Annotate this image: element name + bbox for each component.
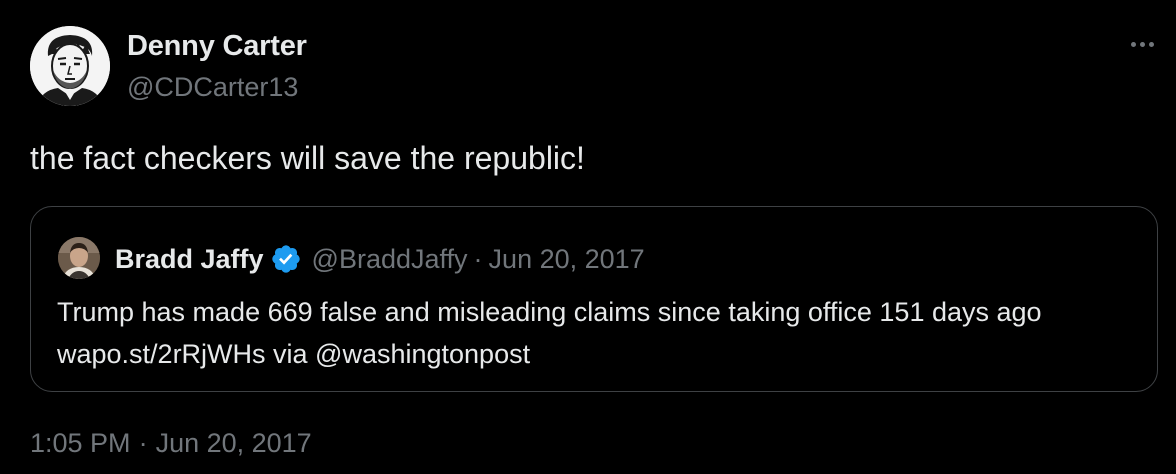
author-handle[interactable]: @CDCarter13 [127, 72, 298, 103]
quoted-avatar-image [58, 237, 100, 279]
tweet-time: 1:05 PM [30, 428, 131, 458]
quoted-author-avatar [58, 237, 100, 279]
author-avatar-image [30, 26, 110, 106]
quoted-date: Jun 20, 2017 [488, 243, 645, 274]
quoted-tweet-text: Trump has made 669 false and misleading … [57, 297, 1042, 369]
quoted-author-handle: @BraddJaffy [311, 243, 468, 274]
author-name[interactable]: Denny Carter [127, 30, 307, 63]
tweet-timestamp[interactable]: 1:05 PM · Jun 20, 2017 [30, 428, 312, 459]
more-horizontal-icon [1130, 41, 1136, 47]
tweet: Denny Carter @CDCarter13 the fact checke… [0, 0, 1176, 474]
quoted-tweet-header: Bradd Jaffy @BraddJaffy · Jun 20, 2017 [115, 239, 645, 279]
more-horizontal-icon-dot [1139, 41, 1145, 47]
timestamp-separator: · [138, 428, 148, 458]
quoted-tweet-card[interactable]: Bradd Jaffy @BraddJaffy · Jun 20, 2017 T… [30, 206, 1158, 392]
more-options-button[interactable] [1124, 30, 1160, 58]
more-horizontal-icon-dot [1148, 41, 1154, 47]
tweet-text: the fact checkers will save the republic… [30, 140, 585, 176]
quoted-author-name: Bradd Jaffy [115, 243, 264, 274]
author-avatar[interactable] [30, 26, 110, 106]
verified-badge-icon [271, 245, 300, 273]
tweet-date: Jun 20, 2017 [155, 428, 312, 458]
quoted-separator: · [473, 243, 483, 274]
